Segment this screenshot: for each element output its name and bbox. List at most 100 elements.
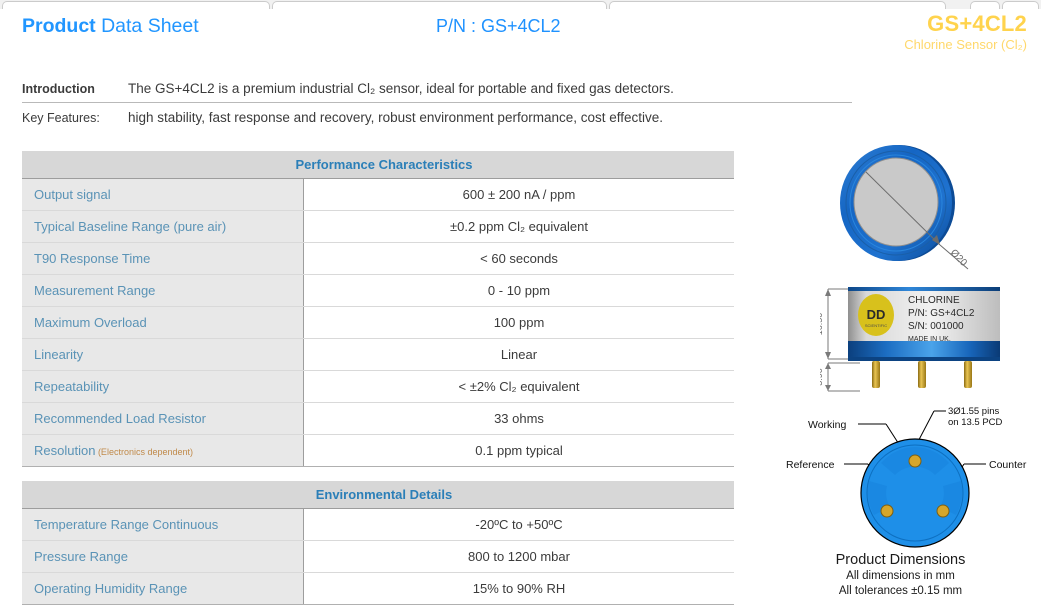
caption-line-1: All dimensions in mm [846,570,955,582]
product-subtitle: Chlorine Sensor (Cl₂) [904,37,1027,52]
caption-title: Product Dimensions [835,552,966,568]
performance-table-body: Output signal 600 ± 200 nA / ppm Typical B… [22,178,734,467]
side-label-line-4: MADE IN UK. [908,336,951,343]
row-label: T90 Response Time [22,242,304,275]
row-label: Maximum Overload [22,306,304,339]
part-number-heading: P/N : GS+4CL2 [436,16,561,36]
key-features-row: Key Features: high stability, fast respo… [22,103,852,131]
side-label-line-2: P/N: GS+4CL2 [908,308,975,319]
row-label-text: Measurement Range [34,283,156,298]
introduction-label: Introduction [22,82,95,96]
row-value: 100 ppm [303,306,734,339]
product-dimension-figures: Ø20 16.50 3.90 DD SCIENTIFIC CHLORINE P/… [760,141,1041,616]
row-label: Measurement Range [22,274,304,307]
figure-caption: Product Dimensions All dimensions in mm … [760,551,1041,599]
side-label-line-1: CHLORINE [908,295,960,306]
row-label: Repeatability [22,370,304,403]
row-label: Output signal [22,178,304,211]
browser-tab[interactable] [2,1,270,9]
row-value: 33 ohms [303,402,734,435]
side-label-line-3: S/N: 001000 [908,321,964,332]
environmental-details-table: Environmental Details Temperature Range … [22,481,734,605]
page-header: Product Data Sheet P/N : GS+4CL2 GS+4CL2… [0,9,1041,65]
figure-bottom-view: 3Ø1.55 pins on 13.5 PCD Working Referenc… [786,403,1041,553]
badge-subtext: SCIENTIFIC [865,323,887,328]
row-label-text: Operating Humidity Range [34,581,188,596]
row-value: -20ºC to +50ºC [303,508,734,541]
pin-spec-line-2: on 13.5 PCD [948,417,1003,428]
key-features-text: high stability, fast response and recove… [128,110,664,125]
browser-tab[interactable] [608,1,946,9]
figure-top-view: Ø20 [840,141,1040,278]
callout-working: Working [808,419,846,431]
row-value: 0 - 10 ppm [303,274,734,307]
table-row: Output signal 600 ± 200 nA / ppm [22,178,734,211]
table-row: Operating Humidity Range 15% to 90% RH [22,572,734,605]
caption-line-2: All tolerances ±0.15 mm [838,585,963,597]
row-value: ±0.2 ppm Cl₂ equivalent [303,210,734,243]
browser-tab[interactable] [969,1,1000,9]
table-row: Measurement Range 0 - 10 ppm [22,274,734,307]
row-value: 800 to 1200 mbar [303,540,734,573]
figure-side-view: 16.50 3.90 DD SCIENTIFIC CHLORINE P/N: G… [814,283,1041,403]
table-row: Typical Baseline Range (pure air) ±0.2 pp… [22,210,734,243]
top-view-diameter-label: Ø20 [948,247,969,269]
row-label-text: T90 Response Time [34,251,151,266]
table-row: Recommended Load Resistor 33 ohms [22,402,734,435]
row-label-text: Maximum Overload [34,315,147,330]
row-label-text: Linearity [34,347,84,362]
row-label-text: Recommended Load Resistor [34,411,206,426]
table-row: T90 Response Time < 60 seconds [22,242,734,275]
browser-tab[interactable] [1001,1,1039,9]
row-label-text: Pressure Range [34,549,128,564]
row-label-text: Resolution [34,443,96,458]
row-label: Operating Humidity Range [22,572,304,605]
side-view-height-label: 16.50 [820,313,824,336]
product-identity: GS+4CL2 Chlorine Sensor (Cl₂) [904,11,1027,53]
page-title: Product Data Sheet [22,15,199,38]
introduction-row: Introduction The GS+4CL2 is a premium in… [22,81,852,103]
page-title-rest: Data Sheet [95,15,199,37]
side-view-pin-label: 3.90 [820,368,824,386]
environmental-table-body: Temperature Range Continuous -20ºC to +50… [22,508,734,605]
table-row: Linearity Linear [22,338,734,371]
row-label-text: Repeatability [34,379,110,394]
datasheet-page: Product Data Sheet P/N : GS+4CL2 GS+4CL2… [0,9,1041,616]
row-value: < 60 seconds [303,242,734,275]
row-value: Linear [303,338,734,371]
row-label-note: (Electronics dependent) [95,447,193,457]
row-value: 15% to 90% RH [303,572,734,605]
environmental-table-heading: Environmental Details [22,481,734,509]
table-row: Repeatability < ±2% Cl₂ equivalent [22,370,734,403]
browser-tab[interactable] [272,1,607,9]
row-label: Linearity [22,338,304,371]
badge-text: DD [867,307,886,322]
row-value: 0.1 ppm typical [303,434,734,467]
row-value: 600 ± 200 nA / ppm [303,178,734,211]
top-view-drawing: Ø20 [840,145,969,270]
introduction-text: The GS+4CL2 is a premium industrial Cl₂ … [128,81,674,96]
page-title-bold: Product [22,15,96,37]
pin-spec-line-1: 3Ø1.55 pins [948,406,999,417]
product-name: GS+4CL2 [927,11,1027,36]
row-label: Pressure Range [22,540,304,573]
introduction-section: Introduction The GS+4CL2 is a premium in… [22,81,852,131]
callout-counter: Counter [989,459,1027,471]
key-features-label: Key Features: [22,111,100,125]
row-label-text: Temperature Range Continuous [34,517,219,532]
row-value: < ±2% Cl₂ equivalent [303,370,734,403]
table-row: Pressure Range 800 to 1200 mbar [22,540,734,573]
table-row: Temperature Range Continuous -20ºC to +50… [22,508,734,541]
table-row: Resolution (Electronics dependent) 0.1 pp… [22,434,734,467]
row-label-text: Output signal [34,187,111,202]
side-view-drawing: 16.50 3.90 DD SCIENTIFIC CHLORINE P/N: G… [814,287,1000,392]
performance-characteristics-table: Performance Characteristics Output signa… [22,151,734,467]
bottom-view-drawing: 3Ø1.55 pins on 13.5 PCD Working Referenc… [786,406,1027,548]
row-label-text: Typical Baseline Range (pure air) [34,219,227,234]
row-label: Resolution (Electronics dependent) [22,434,304,467]
table-row: Maximum Overload 100 ppm [22,306,734,339]
row-label: Recommended Load Resistor [22,402,304,435]
performance-table-heading: Performance Characteristics [22,151,734,179]
row-label: Temperature Range Continuous [22,508,304,541]
row-label: Typical Baseline Range (pure air) [22,210,304,243]
